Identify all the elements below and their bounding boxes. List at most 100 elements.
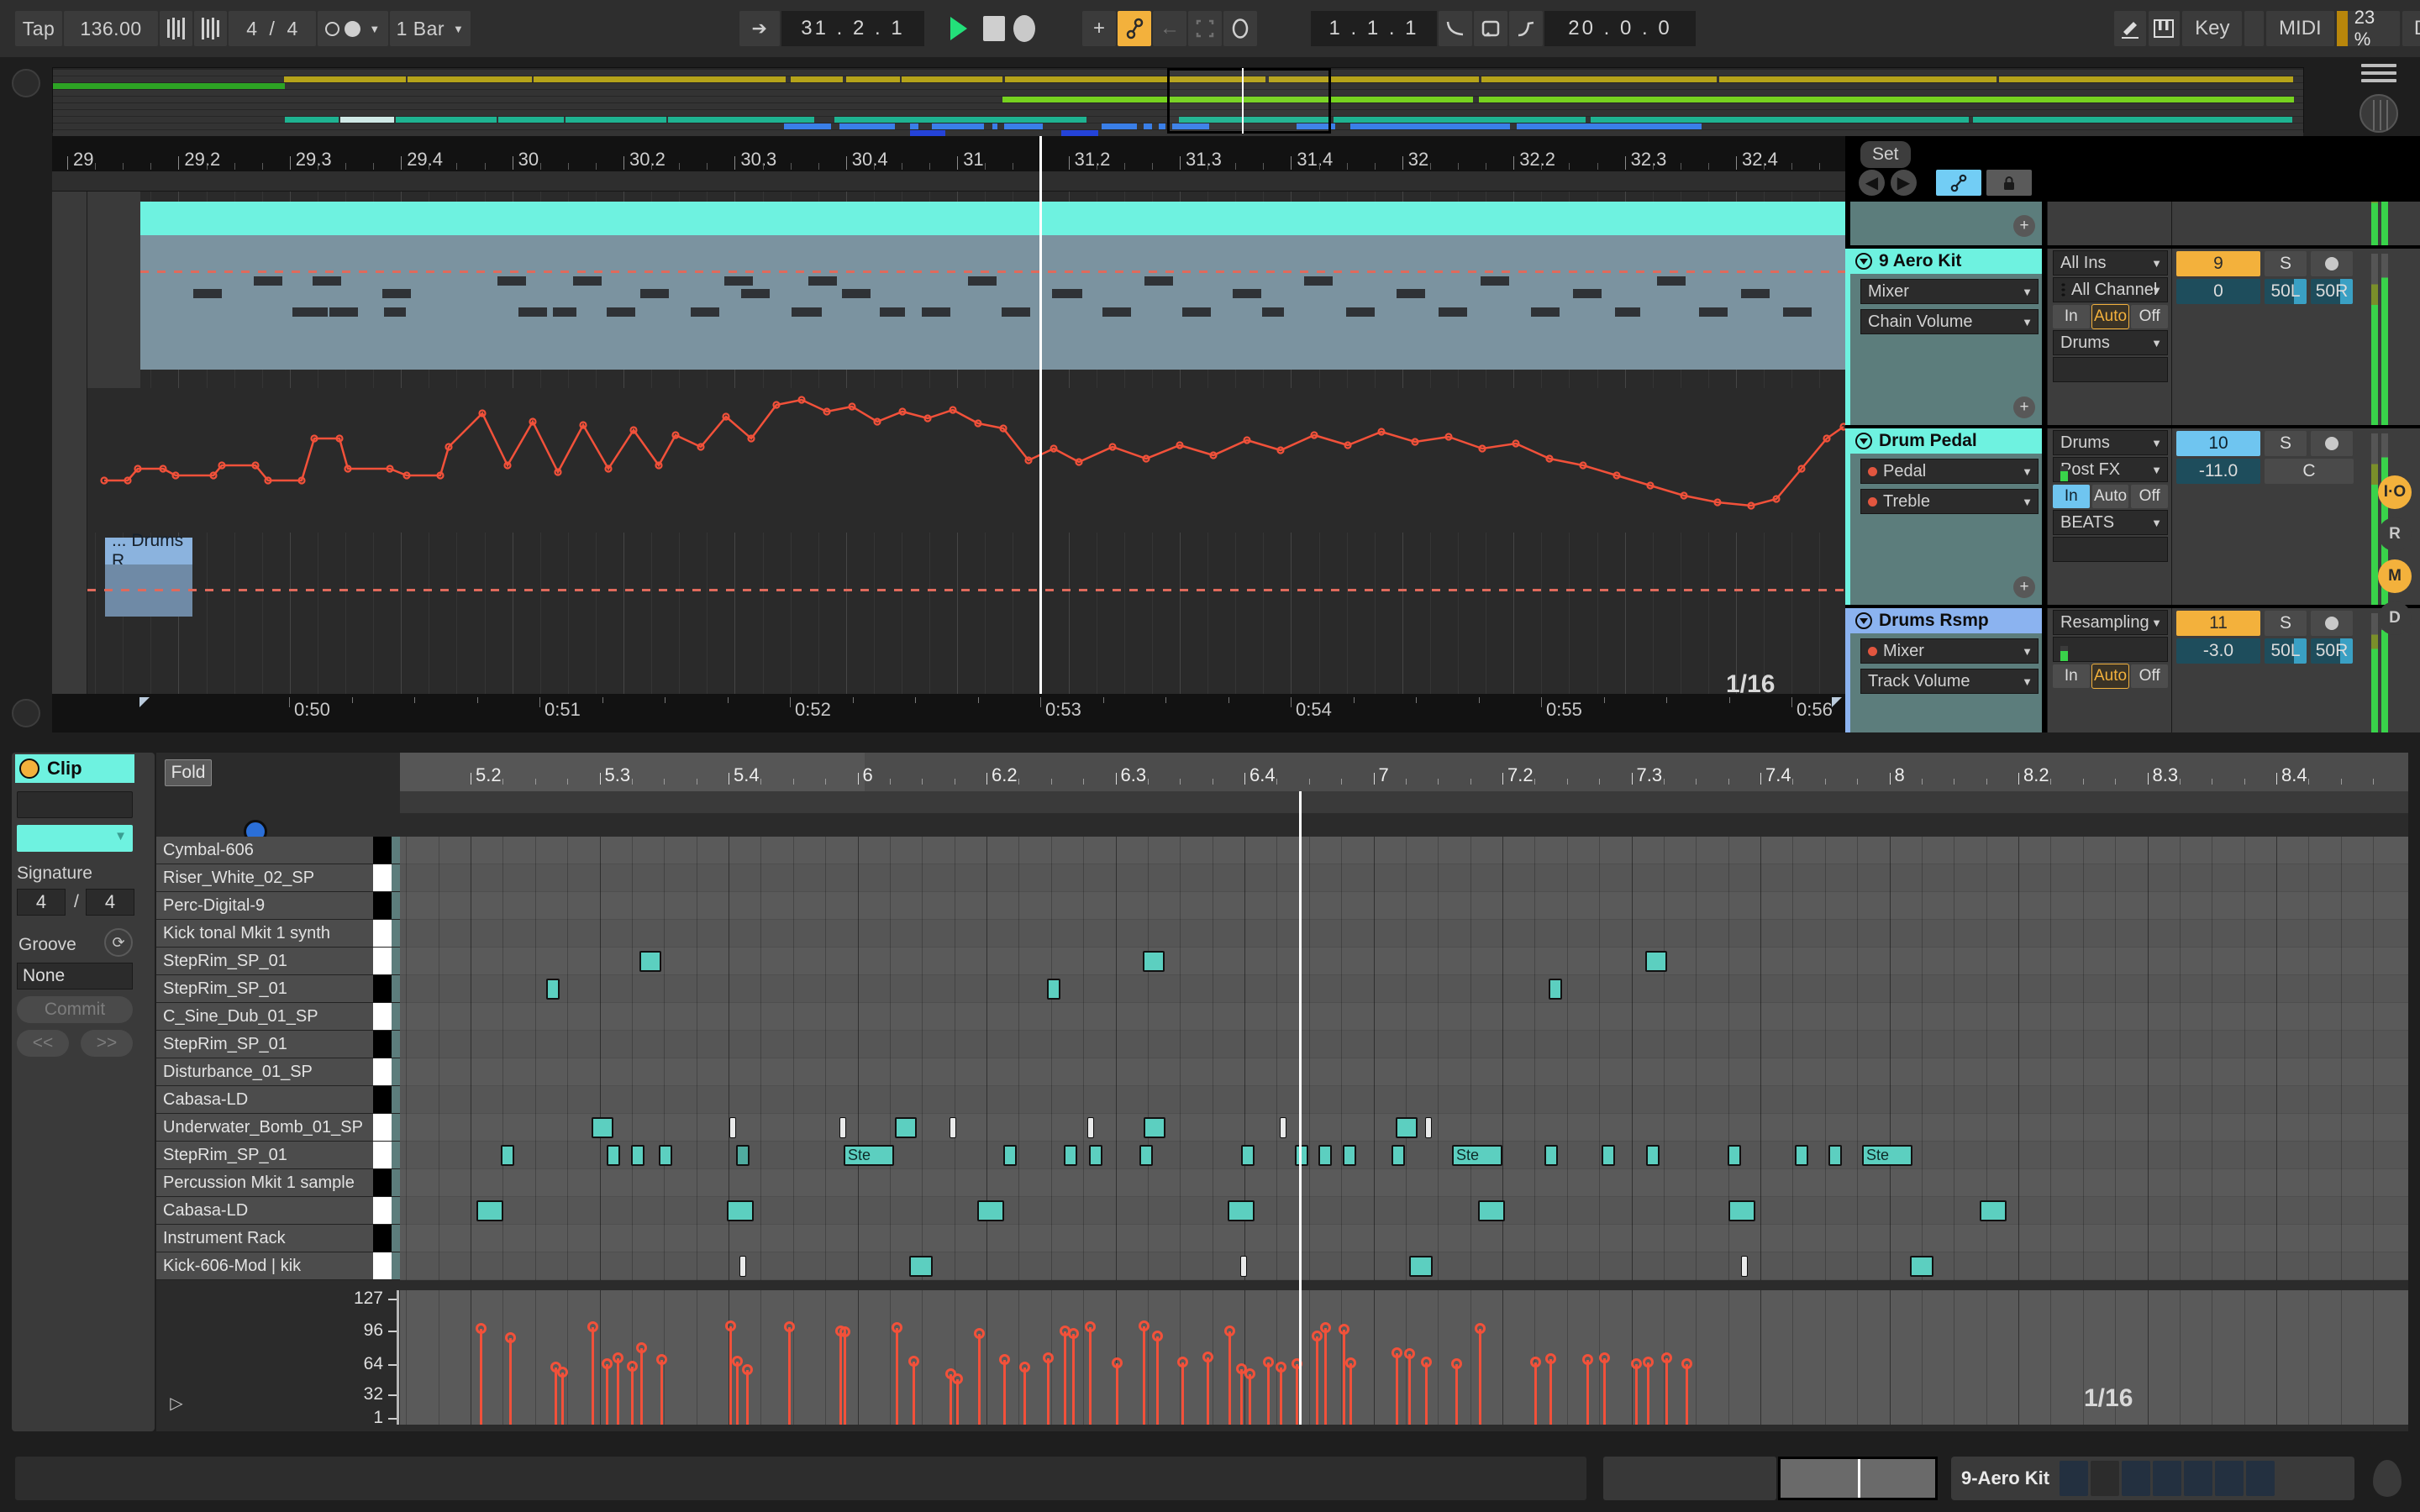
midi-note-editor[interactable]: Fold 5.2 5.3 5.4 6 6.2 6.3 6.4 7 7.2 7.3 7.4 8 8.2 8.…: [156, 753, 2408, 1431]
velocity-stem[interactable]: [1396, 1353, 1398, 1425]
io-output-select[interactable]: BEATS: [2053, 510, 2168, 535]
drum-pad-row[interactable]: C_Sine_Dub_01_SP: [156, 1003, 400, 1031]
device-select[interactable]: Mixer: [1860, 638, 2039, 664]
io-output-channel-select[interactable]: [2053, 537, 2168, 562]
midi-note[interactable]: [736, 1145, 750, 1166]
loop-length-field[interactable]: 20 . 0 . 0: [1544, 11, 1696, 46]
audio-clip-header[interactable]: ... Drums R: [105, 531, 192, 570]
overview-clip[interactable]: [784, 123, 831, 129]
track-number-field[interactable]: 10: [2176, 431, 2260, 456]
record-arm-icon[interactable]: [2311, 431, 2353, 456]
velocity-stem[interactable]: [561, 1373, 564, 1425]
device-thumbnail[interactable]: [2184, 1461, 2213, 1496]
loop-end-marker[interactable]: [1832, 697, 1842, 707]
midi-note[interactable]: [1645, 951, 1667, 972]
velocity-stem[interactable]: [1549, 1359, 1552, 1425]
io-channel-select[interactable]: [2053, 637, 2168, 662]
device-thumbnail[interactable]: [2153, 1461, 2182, 1496]
midi-note[interactable]: [1295, 1145, 1308, 1166]
velocity-handle[interactable]: [1404, 1348, 1415, 1359]
velocity-handle[interactable]: [784, 1321, 795, 1332]
song-position-field[interactable]: 31 . 2 . 1: [781, 11, 924, 46]
menu-hamburger-icon[interactable]: [2361, 64, 2396, 87]
velocity-stem[interactable]: [1047, 1358, 1050, 1425]
piano-key[interactable]: [373, 1003, 392, 1030]
overview-clip[interactable]: [1159, 123, 1165, 129]
loop-icon[interactable]: [1223, 11, 1257, 46]
velocity-stem[interactable]: [956, 1379, 959, 1425]
arrow-to-marker-icon[interactable]: ➔: [739, 11, 780, 46]
metronome-icon[interactable]: [194, 11, 227, 46]
midi-note[interactable]: [1089, 1145, 1102, 1166]
midi-note[interactable]: [607, 1145, 620, 1166]
track-mixer-column[interactable]: 10 S -11.0 C: [2171, 428, 2366, 605]
velocity-stem[interactable]: [1116, 1363, 1118, 1425]
pan-right-field[interactable]: 50R: [2311, 638, 2353, 664]
track-mixer-column[interactable]: 9 S 0 50L 50R: [2171, 249, 2366, 425]
detail-side-tabs[interactable]: I·O R M D: [2378, 475, 2415, 643]
solo-button[interactable]: S: [2265, 251, 2307, 276]
play-icon[interactable]: [943, 12, 975, 45]
velocity-stem[interactable]: [1207, 1357, 1209, 1425]
midi-note[interactable]: [1425, 1117, 1432, 1138]
overview-clip[interactable]: [396, 117, 497, 123]
drum-pad-row[interactable]: Cabasa-LD: [156, 1197, 400, 1225]
piano-key[interactable]: [373, 864, 392, 891]
midi-note[interactable]: [909, 1256, 933, 1277]
velocity-stem[interactable]: [1249, 1374, 1251, 1425]
drum-pad-row[interactable]: Perc-Digital-9: [156, 892, 400, 920]
overview-clip[interactable]: [846, 76, 900, 82]
io-output-select[interactable]: Drums: [2053, 330, 2168, 355]
monitor-in-button[interactable]: In: [2053, 485, 2090, 508]
overview-clip[interactable]: [1144, 123, 1152, 129]
arrow-right-icon[interactable]: ▶: [1891, 170, 1917, 196]
velocity-stem[interactable]: [1089, 1327, 1092, 1425]
pad-preview-strip[interactable]: [392, 920, 400, 947]
overview-clip[interactable]: [340, 117, 394, 123]
refresh-icon[interactable]: ⟳: [104, 928, 133, 957]
velocity-handle[interactable]: [1339, 1324, 1349, 1335]
automation-envelope-track[interactable]: [87, 388, 1845, 533]
overdub-toggle-icon[interactable]: ▼: [318, 11, 388, 46]
device-select[interactable]: Chain Volume: [1860, 309, 2039, 334]
io-channel-select[interactable]: Post FX: [2053, 457, 2168, 482]
mixer-track-row[interactable]: 9 Aero Kit Mixer Chain Volume + All Ins All C…: [1845, 249, 2420, 425]
midi-note[interactable]: [1143, 951, 1165, 972]
velocity-stem[interactable]: [746, 1370, 749, 1425]
monitor-auto-button[interactable]: Auto: [2091, 485, 2129, 508]
velocity-handle[interactable]: [1043, 1352, 1054, 1363]
pad-preview-strip[interactable]: [392, 948, 400, 974]
midi-note[interactable]: [1343, 1145, 1356, 1166]
pad-preview-strip[interactable]: [392, 1086, 400, 1113]
drum-pad-name[interactable]: Underwater_Bomb_01_SP: [156, 1114, 373, 1141]
add-device-icon[interactable]: +: [2013, 215, 2035, 237]
drum-pad-row[interactable]: StepRim_SP_01: [156, 948, 400, 975]
piano-key[interactable]: [373, 1142, 392, 1168]
clip-properties-panel[interactable]: [12, 753, 155, 1431]
pad-preview-strip[interactable]: [392, 864, 400, 891]
midi-note[interactable]: [659, 1145, 672, 1166]
velocity-stem[interactable]: [1349, 1363, 1352, 1425]
chevron-down-icon[interactable]: [1855, 433, 1872, 449]
device-thumbnail[interactable]: [2215, 1461, 2244, 1496]
midi-note[interactable]: [1828, 1145, 1842, 1166]
arrow-left-icon[interactable]: ←: [1153, 11, 1186, 46]
overview-clip[interactable]: [1591, 117, 1969, 123]
velocity-handle[interactable]: [1631, 1358, 1642, 1369]
clip-name-field[interactable]: [17, 791, 133, 818]
next-groove-button[interactable]: >>: [81, 1030, 133, 1057]
pan-left-field[interactable]: 50L: [2265, 638, 2307, 664]
velocity-stem[interactable]: [950, 1374, 952, 1425]
draw-mode-icon[interactable]: [2114, 11, 2146, 46]
note-row[interactable]: [400, 1169, 2408, 1197]
overview-clip[interactable]: [910, 123, 918, 129]
monitor-in-button[interactable]: In: [2053, 305, 2090, 328]
midi-note[interactable]: Ste: [844, 1145, 894, 1166]
track-name-column[interactable]: Drum Pedal Pedal Treble +: [1845, 428, 2047, 605]
velocity-handle[interactable]: [1312, 1331, 1323, 1341]
piano-key[interactable]: [373, 892, 392, 919]
pan-left-field[interactable]: 50L: [2265, 279, 2307, 304]
velocity-stem[interactable]: [844, 1332, 846, 1425]
midi-note[interactable]: [1409, 1256, 1433, 1277]
velocity-handle[interactable]: [732, 1356, 743, 1367]
